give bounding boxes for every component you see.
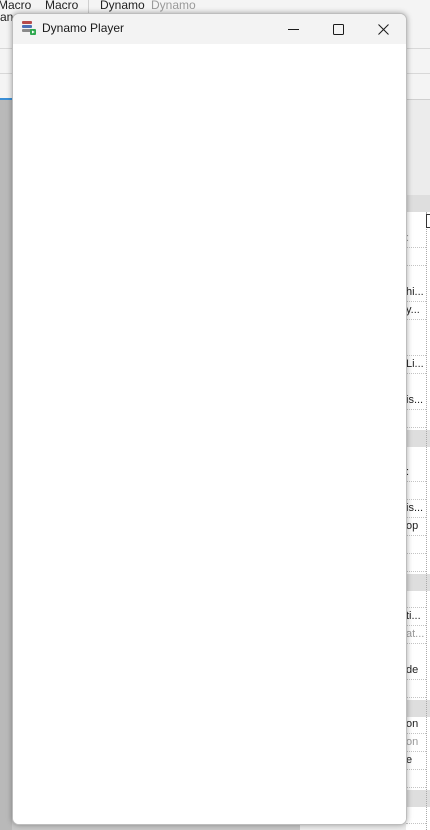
ribbon-tab-dynamo[interactable]: Dynamo: [100, 0, 145, 12]
window-title: Dynamo Player: [42, 21, 125, 35]
property-row[interactable]: de: [406, 662, 426, 680]
property-row[interactable]: [406, 338, 426, 356]
property-row[interactable]: on: [406, 716, 426, 734]
property-row[interactable]: Li...: [406, 356, 426, 374]
property-row[interactable]: :: [406, 464, 426, 482]
ribbon-separator: [88, 0, 89, 14]
property-row[interactable]: [406, 806, 426, 824]
property-row[interactable]: at...: [406, 626, 426, 644]
minimize-icon: [288, 24, 299, 35]
property-row[interactable]: [406, 248, 426, 266]
dynamo-player-icon: [21, 20, 37, 36]
dynamo-player-window: Dynamo Player: [12, 13, 407, 825]
property-row[interactable]: [406, 590, 426, 608]
maximize-icon: [333, 23, 344, 35]
property-row[interactable]: [406, 680, 426, 698]
property-row[interactable]: [406, 770, 426, 788]
property-row[interactable]: on: [406, 734, 426, 752]
property-row[interactable]: hi...: [406, 284, 426, 302]
ribbon-tab-macro-2[interactable]: Macro: [45, 0, 78, 12]
left-view-area: [0, 100, 12, 830]
property-row[interactable]: [406, 482, 426, 500]
property-row[interactable]: ti...: [406, 608, 426, 626]
close-button[interactable]: [361, 14, 406, 44]
property-row[interactable]: y...: [406, 302, 426, 320]
ribbon-tab-dynamo-disabled: Dynamo: [151, 0, 196, 12]
property-row[interactable]: :: [406, 230, 426, 248]
player-content-area: [13, 44, 406, 824]
property-row[interactable]: [406, 554, 426, 572]
properties-edit-cursor: [426, 214, 430, 228]
property-row[interactable]: e: [406, 752, 426, 770]
maximize-button[interactable]: [316, 14, 361, 44]
property-row[interactable]: is...: [406, 500, 426, 518]
property-row[interactable]: [406, 410, 426, 428]
minimize-button[interactable]: [271, 14, 316, 44]
properties-group-header[interactable]: [406, 195, 430, 212]
close-icon: [378, 23, 389, 35]
property-row[interactable]: op: [406, 518, 426, 536]
property-row[interactable]: [406, 536, 426, 554]
title-bar[interactable]: Dynamo Player: [13, 14, 406, 44]
property-row[interactable]: is...: [406, 392, 426, 410]
properties-column-divider: [426, 212, 427, 830]
